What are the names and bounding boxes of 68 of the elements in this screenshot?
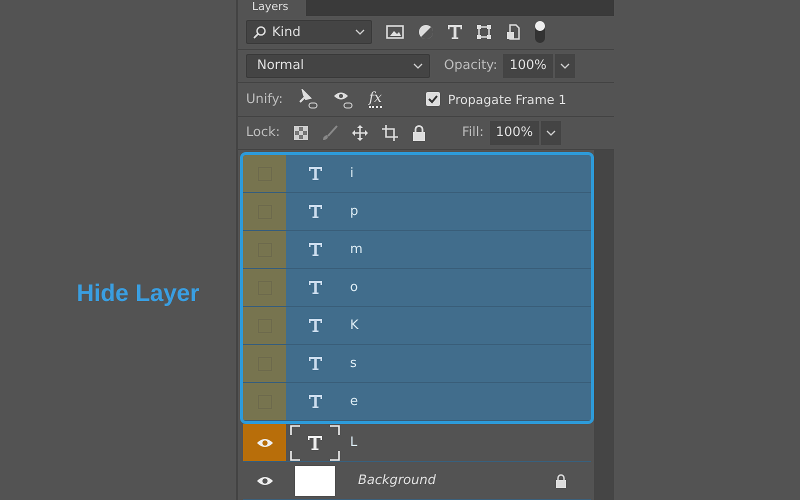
lock-label: Lock:	[246, 125, 280, 140]
text-layer-icon	[308, 167, 322, 180]
unify-style-button[interactable]: fx	[368, 90, 382, 108]
type-filter-icon[interactable]	[448, 25, 462, 40]
text-layer-icon	[308, 357, 322, 370]
layer-row[interactable]: p	[243, 193, 591, 231]
opacity-field[interactable]: 100%	[503, 54, 553, 78]
layer-name: m	[350, 242, 363, 257]
layer-name: K	[350, 318, 359, 333]
visibility-toggle[interactable]	[243, 424, 286, 461]
caret-icon	[546, 130, 556, 136]
unify-label: Unify:	[246, 92, 283, 107]
crop-icon[interactable]	[382, 124, 398, 141]
layer-row[interactable]: K	[243, 307, 591, 345]
layers-tab[interactable]: Layers	[238, 0, 306, 16]
opacity-dropdown-button[interactable]	[554, 54, 575, 78]
text-layer-thumbnail-icon	[290, 424, 340, 460]
text-layer-icon	[308, 319, 322, 332]
text-layer-icon	[308, 281, 322, 294]
image-filter-icon[interactable]	[386, 25, 404, 40]
adjustment-filter-icon[interactable]	[418, 24, 434, 40]
text-layer-icon	[308, 205, 322, 218]
layer-name: e	[350, 394, 358, 409]
visibility-toggle[interactable]	[243, 345, 286, 382]
layer-name: L	[350, 435, 358, 450]
layer-name: o	[350, 280, 358, 295]
smart-object-filter-icon[interactable]	[506, 24, 520, 40]
visibility-toggle[interactable]	[243, 231, 286, 268]
filter-toggle-icon[interactable]	[534, 20, 546, 44]
fill-label: Fill:	[462, 125, 484, 140]
propagate-frame-checkbox[interactable]: Propagate Frame 1	[426, 92, 566, 107]
layer-row[interactable]: e	[243, 383, 591, 421]
eye-icon	[256, 474, 274, 486]
annotation-label: Hide Layer	[76, 280, 200, 308]
visibility-toggle[interactable]	[243, 383, 286, 420]
layer-name: s	[350, 356, 357, 371]
visibility-toggle[interactable]	[243, 193, 286, 230]
layer-row[interactable]: L	[243, 424, 591, 462]
caret-icon	[413, 62, 423, 69]
unify-position-icon[interactable]	[296, 89, 319, 110]
blend-mode-dropdown[interactable]: Normal	[246, 54, 430, 78]
fill-field[interactable]: 100%	[490, 120, 539, 145]
opacity-label: Opacity:	[444, 58, 498, 74]
lock-icon	[555, 474, 567, 488]
caret-icon	[355, 29, 365, 36]
layer-row[interactable]: o	[243, 269, 591, 307]
text-layer-icon	[308, 395, 322, 408]
move-icon[interactable]	[352, 124, 368, 141]
fill-dropdown-button[interactable]	[540, 120, 561, 145]
text-layer-icon	[308, 243, 322, 256]
filter-kind-dropdown[interactable]: Kind	[246, 20, 372, 44]
layer-row[interactable]: m	[243, 231, 591, 269]
shape-filter-icon[interactable]	[476, 24, 492, 40]
visibility-toggle[interactable]	[243, 155, 286, 192]
layer-name: p	[350, 204, 358, 219]
lock-transparency-icon[interactable]	[294, 126, 308, 140]
eye-icon	[256, 436, 274, 448]
caret-icon	[560, 62, 570, 69]
visibility-toggle[interactable]	[243, 269, 286, 306]
visibility-toggle[interactable]	[243, 307, 286, 344]
layer-name: i	[350, 166, 354, 181]
layer-thumbnail	[295, 466, 335, 496]
layer-name: Background	[358, 473, 436, 488]
lock-icon[interactable]	[412, 124, 426, 141]
search-icon	[253, 26, 266, 39]
checkmark-icon	[428, 94, 438, 104]
layer-row[interactable]: s	[243, 345, 591, 383]
layer-row[interactable]: i	[243, 155, 591, 193]
